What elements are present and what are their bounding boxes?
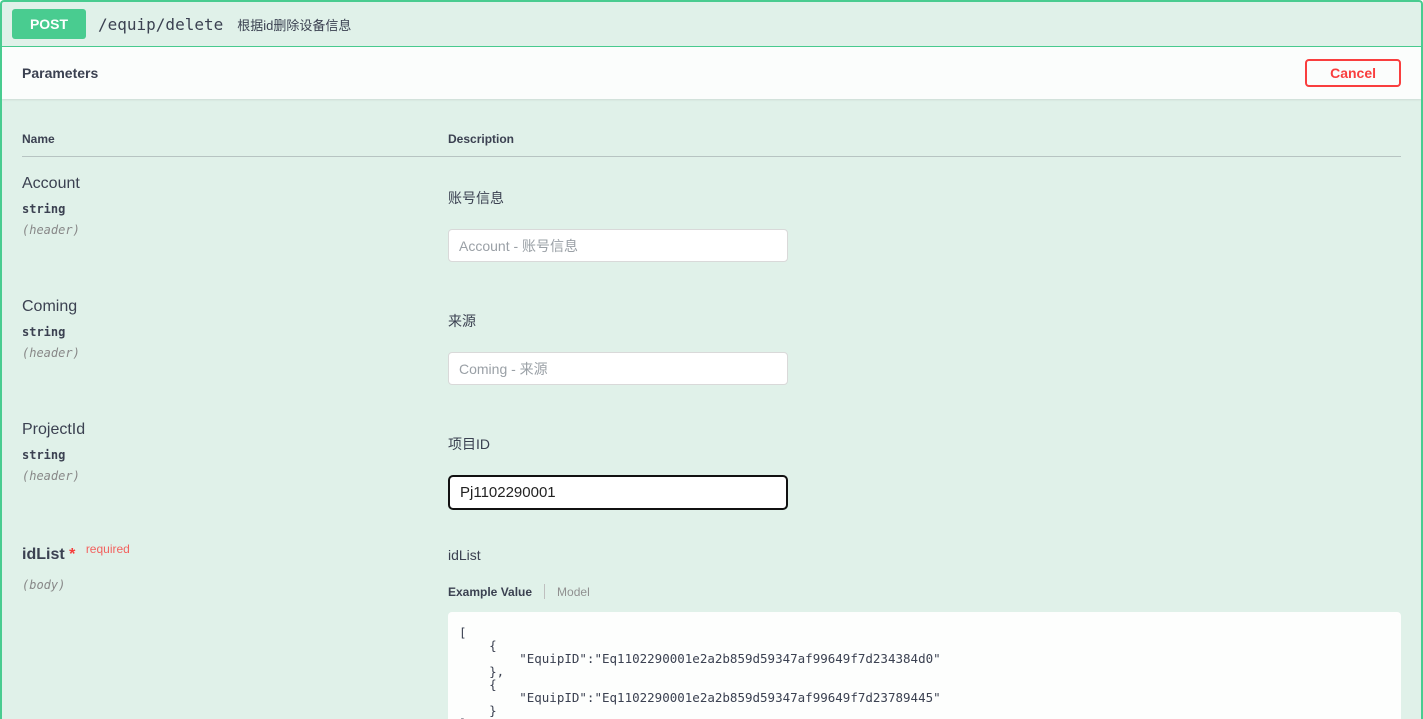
param-row-idlist: idList * required (body) idList Example … <box>22 528 1401 719</box>
param-name: idList <box>22 546 65 563</box>
operation-block-post: POST /equip/delete 根据id删除设备信息 Parameters… <box>0 0 1423 719</box>
http-method-badge: POST <box>12 9 86 39</box>
param-name: ProjectId <box>22 421 448 439</box>
param-name: Account <box>22 175 448 193</box>
coming-input[interactable] <box>448 352 788 385</box>
parameters-section-header: Parameters Cancel <box>2 47 1421 99</box>
param-location: (body) <box>22 578 448 592</box>
param-location: (header) <box>22 223 448 237</box>
table-header-row: Name Description <box>22 99 1401 157</box>
param-type: string <box>22 448 448 462</box>
parameters-table: Name Description Account string (header)… <box>2 99 1421 719</box>
example-model-tabs: Example Value Model <box>448 584 1401 599</box>
param-name: Coming <box>22 298 448 316</box>
endpoint-path: /equip/delete <box>98 15 223 34</box>
param-row-account: Account string (header) 账号信息 <box>22 157 1401 280</box>
param-description: 来源 <box>448 311 1401 331</box>
column-header-name: Name <box>22 132 448 146</box>
body-parameter-editor[interactable]: [ { "EquipID":"Eq1102290001e2a2b859d5934… <box>448 612 1401 719</box>
cancel-button[interactable]: Cancel <box>1305 59 1401 87</box>
column-header-description: Description <box>448 132 1401 146</box>
param-description: idList <box>448 547 1401 563</box>
operation-summary[interactable]: POST /equip/delete 根据id删除设备信息 <box>2 2 1421 47</box>
param-type: string <box>22 325 448 339</box>
param-row-projectid: ProjectId string (header) 项目ID <box>22 403 1401 528</box>
tab-model[interactable]: Model <box>557 585 590 599</box>
param-location: (header) <box>22 469 448 483</box>
tab-example-value[interactable]: Example Value <box>448 585 532 599</box>
required-asterisk: * <box>69 546 75 563</box>
param-description: 账号信息 <box>448 188 1401 208</box>
tab-divider <box>544 584 545 599</box>
required-label: required <box>86 542 130 556</box>
param-location: (header) <box>22 346 448 360</box>
endpoint-description: 根据id删除设备信息 <box>237 15 351 34</box>
parameters-title: Parameters <box>22 65 98 81</box>
param-description: 项目ID <box>448 434 1401 454</box>
param-row-coming: Coming string (header) 来源 <box>22 280 1401 403</box>
projectid-input[interactable] <box>448 475 788 510</box>
param-type: string <box>22 202 448 216</box>
account-input[interactable] <box>448 229 788 262</box>
